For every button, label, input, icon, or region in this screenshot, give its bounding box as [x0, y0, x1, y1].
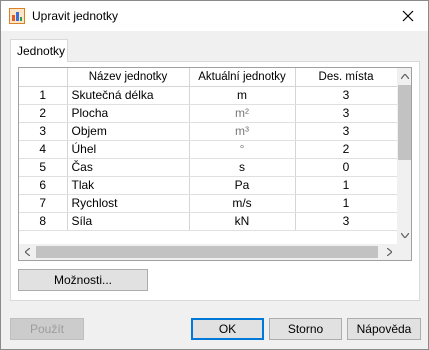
- table-row[interactable]: 4 Úhel ° 2: [19, 140, 398, 159]
- column-header-decimals[interactable]: Des. místa: [295, 68, 398, 87]
- row-number: 8: [19, 212, 68, 231]
- row-number: 4: [19, 140, 68, 159]
- scrollbar-corner: [397, 244, 411, 260]
- cancel-button[interactable]: Storno: [269, 318, 342, 340]
- unit-cell[interactable]: m³: [189, 122, 296, 141]
- unit-name-cell: Rychlost: [67, 194, 190, 213]
- table-row[interactable]: 2 Plocha m² 3: [19, 104, 398, 123]
- scroll-down-icon[interactable]: [397, 227, 411, 244]
- unit-cell[interactable]: kN: [189, 212, 296, 231]
- row-number: 2: [19, 104, 68, 123]
- decimals-cell[interactable]: 3: [295, 104, 398, 123]
- tab-units[interactable]: Jednotky: [10, 39, 68, 62]
- apply-button[interactable]: Použít: [10, 318, 84, 340]
- unit-name-cell: Skutečná délka: [67, 86, 190, 105]
- ok-button[interactable]: OK: [191, 318, 264, 340]
- table-row[interactable]: 3 Objem m³ 3: [19, 122, 398, 141]
- horizontal-scroll-thumb[interactable]: [36, 246, 378, 258]
- tab-units-label: Jednotky: [17, 44, 66, 58]
- unit-name-cell: Tlak: [67, 176, 190, 195]
- table-header-row: Název jednotky Aktuální jednotky Des. mí…: [19, 68, 398, 87]
- unit-cell[interactable]: m: [189, 86, 296, 105]
- column-header-unit-name[interactable]: Název jednotky: [67, 68, 190, 87]
- unit-cell[interactable]: °: [189, 140, 296, 159]
- table-row[interactable]: 8 Síla kN 3: [19, 212, 398, 231]
- unit-cell[interactable]: m²: [189, 104, 296, 123]
- title-bar: Upravit jednotky: [1, 1, 428, 31]
- column-header-index[interactable]: [19, 68, 68, 87]
- scroll-up-icon[interactable]: [397, 68, 411, 85]
- row-number: 6: [19, 176, 68, 195]
- unit-cell[interactable]: Pa: [189, 176, 296, 195]
- row-number: 7: [19, 194, 68, 213]
- decimals-cell[interactable]: 1: [295, 194, 398, 213]
- close-button[interactable]: [394, 3, 422, 29]
- unit-cell[interactable]: s: [189, 158, 296, 177]
- row-number: 5: [19, 158, 68, 177]
- vertical-scroll-thumb[interactable]: [398, 85, 411, 160]
- unit-name-cell: Objem: [67, 122, 190, 141]
- help-button[interactable]: Nápověda: [347, 318, 421, 340]
- options-button[interactable]: Možnosti...: [18, 269, 148, 291]
- decimals-cell[interactable]: 1: [295, 176, 398, 195]
- decimals-cell[interactable]: 0: [295, 158, 398, 177]
- column-header-current-unit[interactable]: Aktuální jednotky: [189, 68, 296, 87]
- row-number: 1: [19, 86, 68, 105]
- row-number: 3: [19, 122, 68, 141]
- unit-cell[interactable]: m/s: [189, 194, 296, 213]
- table-row[interactable]: 1 Skutečná délka m 3: [19, 86, 398, 105]
- units-grid: Název jednotky Aktuální jednotky Des. mí…: [18, 67, 412, 261]
- scroll-right-icon[interactable]: [381, 244, 397, 260]
- window-title: Upravit jednotky: [32, 9, 119, 23]
- table-row[interactable]: 6 Tlak Pa 1: [19, 176, 398, 195]
- unit-name-cell: Úhel: [67, 140, 190, 159]
- decimals-cell[interactable]: 3: [295, 86, 398, 105]
- decimals-cell[interactable]: 3: [295, 122, 398, 141]
- table-row[interactable]: 5 Čas s 0: [19, 158, 398, 177]
- close-icon: [402, 10, 414, 22]
- edit-units-dialog: Upravit jednotky Jednotky Název jednotky…: [0, 0, 429, 350]
- units-table: Název jednotky Aktuální jednotky Des. mí…: [19, 68, 398, 231]
- horizontal-scrollbar[interactable]: [19, 244, 397, 260]
- app-icon: [9, 8, 25, 24]
- unit-name-cell: Čas: [67, 158, 190, 177]
- scroll-left-icon[interactable]: [19, 244, 35, 260]
- unit-name-cell: Síla: [67, 212, 190, 231]
- vertical-scrollbar[interactable]: [397, 68, 411, 244]
- decimals-cell[interactable]: 3: [295, 212, 398, 231]
- table-row[interactable]: 7 Rychlost m/s 1: [19, 194, 398, 213]
- unit-name-cell: Plocha: [67, 104, 190, 123]
- decimals-cell[interactable]: 2: [295, 140, 398, 159]
